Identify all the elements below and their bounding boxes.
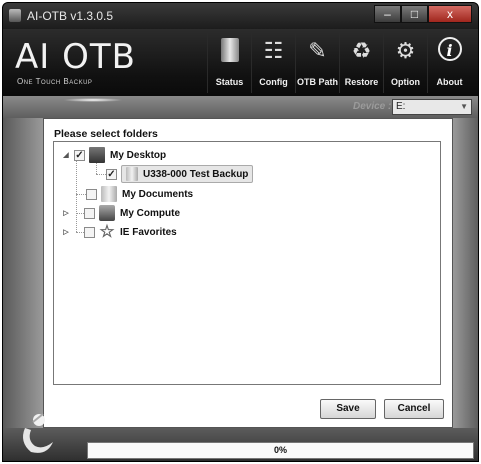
device-select[interactable]: E: ▼ — [392, 99, 472, 115]
collapsed-arrow-icon[interactable]: ▷ — [62, 209, 70, 217]
progress-bar: 0% — [87, 442, 474, 459]
app-logo: AI OTB — [15, 37, 136, 77]
about-label: About — [436, 77, 463, 87]
selected-highlight: U338-000 Test Backup — [121, 165, 254, 183]
checkbox-my-desktop[interactable]: ✓ — [74, 149, 85, 161]
app-window: AI-OTB v1.3.0.5 – □ x AI OTB One Touch B… — [2, 2, 479, 462]
desktop-folder-icon — [89, 147, 105, 163]
restore-button[interactable]: ♻ Restore — [339, 33, 383, 93]
main-toolbar: Status ☷ Config ✎ OTB Path ♻ Restore ⚙ O… — [207, 33, 471, 93]
tree-label: My Desktop — [110, 149, 167, 161]
status-button[interactable]: Status — [207, 33, 251, 93]
config-label: Config — [259, 77, 288, 87]
app-header: AI OTB One Touch Backup Status ☷ Config … — [3, 29, 478, 96]
checkbox-ie-favorites[interactable] — [84, 226, 95, 238]
title-bar: AI-OTB v1.3.0.5 – □ x — [3, 3, 478, 29]
folder-icon — [126, 167, 138, 181]
checkbox-my-computer[interactable] — [84, 207, 95, 219]
close-button[interactable]: x — [428, 5, 472, 23]
window-title: AI-OTB v1.3.0.5 — [27, 9, 114, 23]
tree-label: My Documents — [122, 188, 194, 200]
restore-label: Restore — [344, 77, 379, 87]
gear-icon: ⚙ — [395, 38, 416, 63]
save-button[interactable]: Save — [320, 399, 376, 419]
tree-line — [96, 174, 106, 175]
folder-tree: ◢ ✓ My Desktop ✓ U338-000 Test Backup My… — [53, 141, 441, 385]
collapsed-arrow-icon[interactable]: ▷ — [62, 228, 70, 236]
progress-text: 0% — [273, 445, 287, 455]
window-controls: – □ x — [374, 5, 472, 23]
tree-item-my-computer[interactable]: ▷ My Compute — [62, 204, 180, 222]
cancel-button[interactable]: Cancel — [384, 399, 444, 419]
documents-folder-icon — [101, 186, 117, 202]
tree-item-my-desktop[interactable]: ◢ ✓ My Desktop — [62, 146, 166, 164]
expanded-arrow-icon[interactable]: ◢ — [62, 151, 70, 159]
config-button[interactable]: ☷ Config — [251, 33, 295, 93]
maximize-button[interactable]: □ — [401, 5, 428, 23]
restore-icon: ♻ — [351, 38, 372, 63]
tree-item-ie-favorites[interactable]: ▷ ☆ IE Favorites — [62, 222, 177, 241]
status-bar: 0% — [3, 428, 478, 461]
about-button[interactable]: i About — [427, 33, 471, 93]
otb-path-button[interactable]: ✎ OTB Path — [295, 33, 339, 93]
app-logo-subtitle: One Touch Backup — [17, 77, 93, 86]
device-select-value: E: — [396, 101, 406, 112]
panel-title: Please select folders — [54, 128, 158, 140]
tree-label: IE Favorites — [120, 226, 177, 238]
folder-panel: Please select folders ◢ ✓ My Desktop ✓ U… — [43, 118, 453, 428]
app-icon — [9, 9, 21, 22]
right-rail — [453, 118, 478, 428]
device-strip: Device : E: ▼ — [3, 96, 478, 118]
star-icon: ☆ — [99, 222, 115, 241]
decorative-glow — [63, 98, 123, 102]
tree-item-my-documents[interactable]: My Documents — [86, 185, 193, 203]
otb-path-icon: ✎ — [308, 38, 327, 63]
computer-icon — [99, 205, 115, 221]
tree-line — [76, 194, 86, 195]
chevron-down-icon: ▼ — [460, 102, 468, 111]
otb-path-label: OTB Path — [296, 77, 338, 87]
tree-label: My Compute — [120, 207, 180, 219]
tree-label: U338-000 Test Backup — [143, 168, 249, 180]
checkbox-test-backup[interactable]: ✓ — [106, 168, 117, 180]
status-icon — [220, 38, 239, 62]
device-label: Device : — [353, 101, 392, 112]
config-icon: ☷ — [263, 38, 284, 63]
left-rail — [3, 118, 43, 428]
minimize-button[interactable]: – — [374, 5, 401, 23]
status-label: Status — [215, 77, 244, 87]
option-label: Option — [391, 77, 420, 87]
info-icon: i — [437, 37, 462, 61]
checkbox-my-documents[interactable] — [86, 188, 97, 200]
brand-swoosh-icon — [23, 413, 53, 453]
tree-item-test-backup[interactable]: ✓ U338-000 Test Backup — [106, 165, 254, 183]
option-button[interactable]: ⚙ Option — [383, 33, 427, 93]
